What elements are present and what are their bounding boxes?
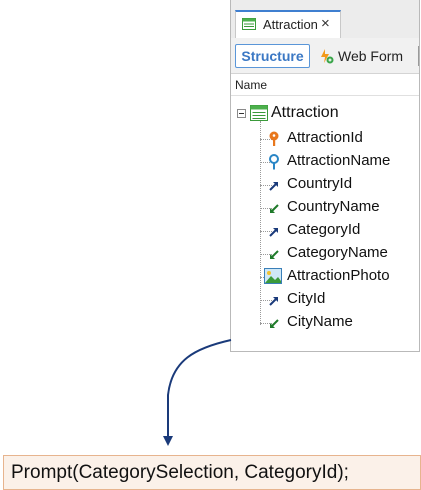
prompt-code-statement: Prompt(CategorySelection, CategoryId); bbox=[3, 455, 421, 490]
connector-arrow bbox=[163, 339, 232, 446]
